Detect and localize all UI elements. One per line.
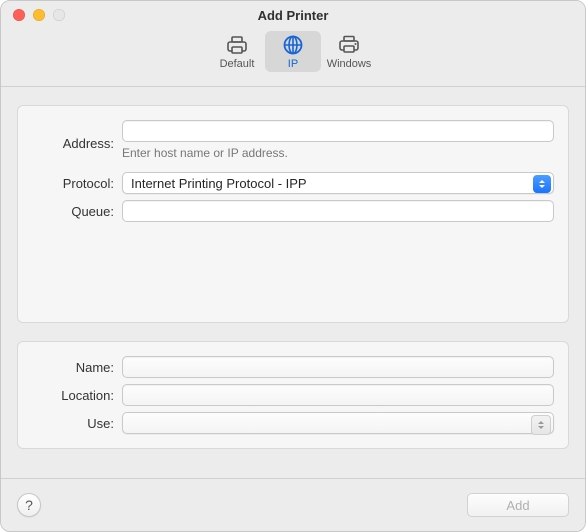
traffic-lights <box>13 9 65 21</box>
toolbar: Default IP <box>1 29 585 87</box>
use-label: Use: <box>28 416 122 431</box>
tab-windows-label: Windows <box>327 58 372 70</box>
use-select[interactable] <box>122 412 554 434</box>
location-label: Location: <box>28 388 122 403</box>
close-button[interactable] <box>13 9 25 21</box>
titlebar: Add Printer <box>1 1 585 29</box>
tab-ip[interactable]: IP <box>265 31 321 72</box>
name-row: Name: <box>28 356 554 378</box>
address-label: Address: <box>28 136 122 151</box>
printer-info-panel: Name: Location: Use: <box>17 341 569 449</box>
queue-label: Queue: <box>28 204 122 219</box>
use-row: Use: <box>28 412 554 434</box>
protocol-row: Protocol: Internet Printing Protocol - I… <box>28 172 554 194</box>
address-hint: Enter host name or IP address. <box>122 146 554 160</box>
stepper-icon <box>531 415 551 435</box>
help-button[interactable]: ? <box>17 493 41 517</box>
protocol-select[interactable]: Internet Printing Protocol - IPP <box>122 172 554 194</box>
window-title: Add Printer <box>1 8 585 23</box>
tab-default[interactable]: Default <box>209 31 265 72</box>
name-label: Name: <box>28 360 122 375</box>
segmented-tabs: Default IP <box>209 31 377 72</box>
stepper-icon <box>533 175 551 193</box>
add-printer-window: Add Printer Default <box>0 0 586 532</box>
tab-windows[interactable]: Windows <box>321 31 377 72</box>
location-row: Location: <box>28 384 554 406</box>
content-area: Address: Enter host name or IP address. … <box>1 87 585 478</box>
name-input[interactable] <box>122 356 554 378</box>
address-row: Address: Enter host name or IP address. <box>28 120 554 166</box>
add-button[interactable]: Add <box>467 493 569 517</box>
location-input[interactable] <box>122 384 554 406</box>
address-input[interactable] <box>122 120 554 142</box>
globe-icon <box>280 34 306 56</box>
footer: ? Add <box>1 478 585 531</box>
tab-ip-label: IP <box>288 58 298 70</box>
printer-network-icon <box>336 34 362 56</box>
connection-panel: Address: Enter host name or IP address. … <box>17 105 569 323</box>
zoom-button[interactable] <box>53 9 65 21</box>
queue-row: Queue: <box>28 200 554 222</box>
protocol-label: Protocol: <box>28 176 122 191</box>
help-icon: ? <box>25 497 33 513</box>
minimize-button[interactable] <box>33 9 45 21</box>
protocol-value: Internet Printing Protocol - IPP <box>131 176 307 191</box>
tab-default-label: Default <box>220 58 255 70</box>
add-button-label: Add <box>506 498 529 513</box>
printer-icon <box>224 34 250 56</box>
queue-input[interactable] <box>122 200 554 222</box>
